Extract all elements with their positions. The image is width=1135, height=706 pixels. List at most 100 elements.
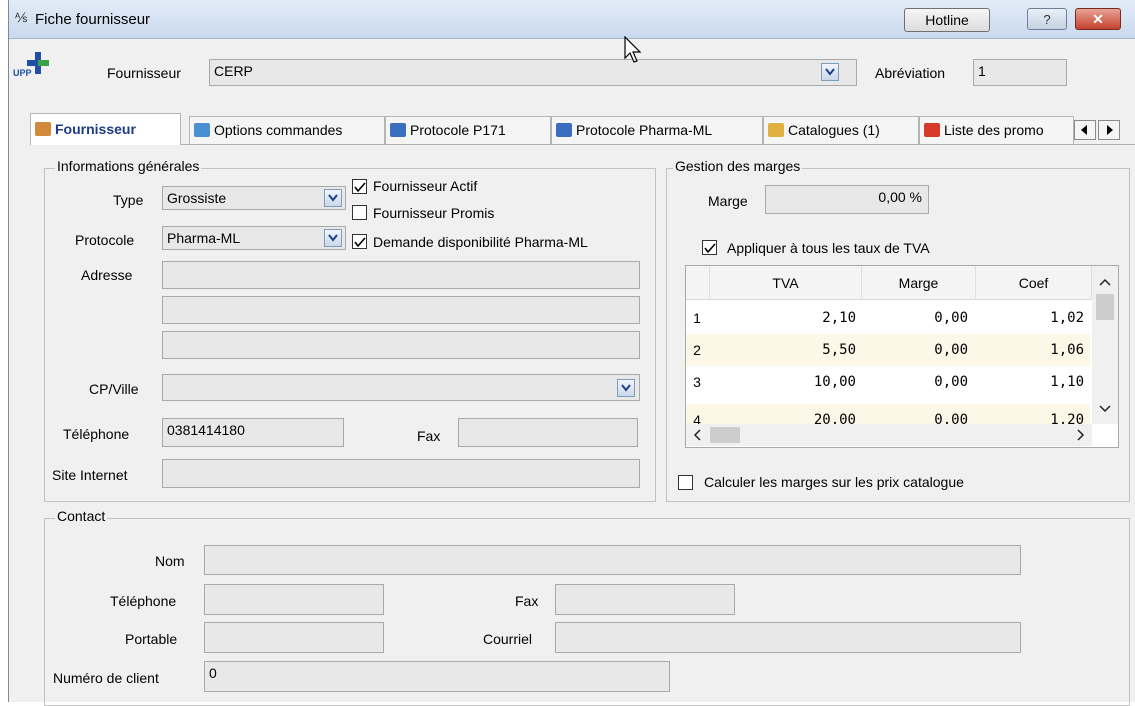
chevron-down-icon	[328, 234, 338, 242]
check-icon	[354, 237, 366, 248]
type-label: Type	[113, 192, 144, 208]
abreviation-input[interactable]: 1	[973, 59, 1067, 86]
demande-disponibilite-label: Demande disponibilité Pharma-ML	[373, 234, 588, 250]
hotline-button[interactable]: Hotline	[904, 8, 990, 32]
marge-cell[interactable]: 0,00	[862, 334, 968, 366]
fournisseur-promis-checkbox[interactable]	[352, 205, 367, 220]
contact-telephone-input[interactable]	[204, 584, 384, 615]
informations-generales-title: Informations générales	[55, 158, 202, 174]
row-number: 3	[693, 374, 701, 390]
contact-portable-label: Portable	[125, 631, 178, 647]
fax-label: Fax	[417, 428, 441, 444]
network-icon	[390, 123, 406, 137]
marge-label: Marge	[708, 193, 748, 209]
telephone-label: Téléphone	[63, 426, 130, 442]
tva-marges-table[interactable]: TVA Marge Coef 1 2,10 0,00 1,02 2 5,50 0…	[685, 265, 1119, 448]
coef-cell[interactable]: 1,10	[976, 366, 1084, 398]
calculer-marges-checkbox[interactable]	[678, 475, 693, 490]
adresse-line1-input[interactable]	[162, 261, 640, 289]
telephone-value: 0381414180	[167, 422, 245, 438]
contact-nom-input[interactable]	[204, 545, 1021, 575]
demande-disponibilite-checkbox[interactable]	[352, 234, 367, 249]
upp-logo-text: UPP	[13, 68, 32, 78]
marge-cell[interactable]: 0,00	[862, 366, 968, 398]
contact-telephone-label: Téléphone	[110, 593, 177, 609]
tab-strip-line	[40, 144, 1135, 145]
app-icon: ⅍	[15, 10, 28, 25]
marge-cell[interactable]: 0,00	[862, 302, 968, 334]
abreviation-label: Abréviation	[875, 65, 946, 81]
window-title: Fiche fournisseur	[35, 11, 151, 28]
fax-input[interactable]	[458, 418, 638, 447]
numero-client-label: Numéro de client	[53, 670, 159, 686]
tab-protocole-p171[interactable]: Protocole P171	[385, 116, 551, 144]
coef-cell[interactable]: 1,02	[976, 302, 1084, 334]
numero-client-value: 0	[209, 665, 217, 681]
tab-protocole-pharma-ml[interactable]: Protocole Pharma-ML	[551, 116, 763, 144]
cpville-select[interactable]	[162, 374, 640, 401]
tab-catalogues[interactable]: Catalogues (1)	[763, 116, 919, 144]
network-icon	[556, 123, 572, 137]
tab-protocole-pharma-ml-label: Protocole Pharma-ML	[576, 122, 713, 138]
table-row[interactable]: 2 5,50 0,00 1,06	[686, 334, 1090, 366]
chevron-left-icon	[693, 429, 701, 441]
fournisseur-dropdown-button[interactable]	[821, 63, 839, 81]
fournisseur-promis-label: Fournisseur Promis	[373, 205, 495, 221]
fournisseur-actif-checkbox[interactable]	[352, 179, 367, 194]
adresse-line2-input[interactable]	[162, 296, 640, 324]
column-header-coef[interactable]: Coef	[976, 266, 1092, 300]
cpville-dropdown-button[interactable]	[617, 379, 635, 397]
scrollbar-thumb[interactable]	[1096, 294, 1114, 320]
chevron-right-icon	[1077, 429, 1085, 441]
chevron-down-icon	[328, 194, 338, 202]
telephone-input[interactable]: 0381414180	[162, 418, 344, 447]
close-button[interactable]: ✕	[1075, 8, 1121, 30]
tab-fournisseur-label: Fournisseur	[55, 121, 136, 137]
tva-cell[interactable]: 10,00	[710, 366, 856, 398]
cart-icon	[194, 123, 210, 137]
contact-title: Contact	[55, 508, 108, 524]
numero-client-input[interactable]: 0	[204, 661, 670, 692]
table-horizontal-scrollbar[interactable]	[686, 424, 1092, 446]
protocole-select[interactable]: Pharma-ML	[162, 226, 346, 250]
chevron-up-icon	[1099, 278, 1111, 286]
help-button[interactable]: ?	[1027, 8, 1067, 30]
site-internet-label: Site Internet	[52, 467, 128, 483]
tab-scroll-right-button[interactable]	[1098, 120, 1120, 140]
table-row[interactable]: 1 2,10 0,00 1,02	[686, 302, 1090, 334]
tab-liste-promo-label: Liste des promo	[944, 122, 1044, 138]
table-vertical-scrollbar[interactable]	[1092, 266, 1118, 424]
adresse-line3-input[interactable]	[162, 331, 640, 359]
tab-fournisseur[interactable]: Fournisseur	[30, 113, 181, 145]
type-select[interactable]: Grossiste	[162, 186, 346, 210]
column-header-tva[interactable]: TVA	[710, 266, 862, 300]
fournisseur-select[interactable]: CERP	[209, 59, 857, 86]
protocole-dropdown-button[interactable]	[324, 229, 342, 247]
column-header-marge[interactable]: Marge	[862, 266, 976, 300]
table-row[interactable]: 3 10,00 0,00 1,10	[686, 366, 1090, 398]
scrollbar-thumb[interactable]	[710, 427, 740, 443]
book-icon	[768, 123, 784, 137]
row-number: 1	[693, 310, 701, 326]
row-number: 2	[693, 342, 701, 358]
supplier-window: ⅍ Fiche fournisseur Hotline ? ✕ UPP Four…	[8, 0, 1135, 706]
title-bar: ⅍ Fiche fournisseur Hotline ? ✕	[9, 0, 1135, 39]
check-icon	[704, 243, 716, 254]
protocole-label: Protocole	[75, 232, 135, 248]
tab-liste-promo[interactable]: Liste des promo	[919, 116, 1074, 144]
abreviation-value: 1	[978, 63, 986, 79]
coef-cell[interactable]: 1,06	[976, 334, 1084, 366]
contact-portable-input[interactable]	[204, 622, 384, 653]
tva-cell[interactable]: 5,50	[710, 334, 856, 366]
site-internet-input[interactable]	[162, 459, 640, 488]
tab-scroll-left-button[interactable]	[1074, 120, 1096, 140]
appliquer-tva-checkbox[interactable]	[702, 240, 717, 255]
protocole-value: Pharma-ML	[167, 230, 241, 246]
tva-cell[interactable]: 2,10	[710, 302, 856, 334]
marge-input[interactable]: 0,00 %	[765, 185, 929, 214]
contact-courriel-input[interactable]	[555, 622, 1021, 653]
contact-fax-input[interactable]	[555, 584, 735, 615]
tab-options-commandes[interactable]: Options commandes	[189, 116, 385, 144]
type-dropdown-button[interactable]	[324, 189, 342, 207]
fournisseur-label: Fournisseur	[107, 65, 181, 81]
